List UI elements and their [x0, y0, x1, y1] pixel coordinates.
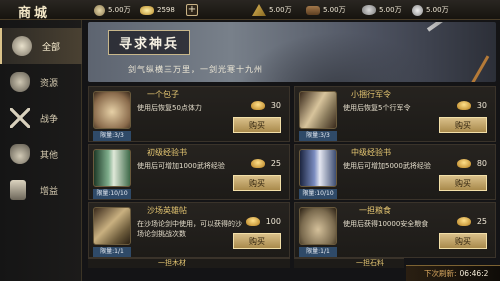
list-item-peek: 一担木材	[88, 258, 290, 268]
book-icon	[93, 149, 131, 187]
ingot-icon	[245, 217, 260, 226]
shop-item-card: 限量:3/3 一个包子 使用后恢复50点体力 30 购买	[88, 86, 290, 142]
item-name: 小捆行军令	[351, 90, 391, 99]
silver-resource: 5.00万	[412, 2, 449, 18]
ore-icon	[362, 5, 376, 15]
crossed-swords-icon	[10, 108, 30, 128]
grain-bag-icon	[10, 72, 30, 92]
banner-title: 寻求神兵	[108, 30, 191, 55]
sidebar-item-buff[interactable]: 增益	[0, 172, 82, 208]
shop-item-card: 限量:3/3 小捆行军令 使用后恢复5个行军令 30 购买	[294, 86, 496, 142]
add-ingot-button[interactable]: +	[186, 4, 198, 16]
item-grid: 限量:3/3 一个包子 使用后恢复50点体力 30 购买 限量:3/3 小捆行军…	[88, 86, 496, 266]
shop-item-card: 限量:1/1 一担粮食 使用后获得10000安全粮食 25 购买	[294, 202, 496, 258]
buy-button[interactable]: 购买	[233, 175, 281, 191]
list-item-peek: 一担石料	[294, 258, 404, 268]
ingot-icon	[250, 159, 265, 168]
item-desc: 使用后可增加5000武将经验	[343, 162, 431, 170]
coin-resource: 5.00万	[94, 2, 131, 18]
item-name: 初级经验书	[147, 148, 187, 157]
item-price: 30	[250, 101, 281, 110]
wood-icon	[306, 5, 320, 15]
buy-button[interactable]: 购买	[233, 233, 281, 249]
grain-resource: 5.00万	[252, 2, 292, 18]
scroll-icon	[10, 180, 26, 200]
ingot-icon	[140, 5, 154, 15]
shop-title: 商城	[18, 6, 51, 21]
ingot-icon	[456, 159, 471, 168]
sidebar-item-other[interactable]: 其他	[0, 136, 82, 172]
mountain-decor	[238, 32, 438, 82]
item-price: 100	[245, 217, 281, 226]
item-desc: 使用后获得10000安全粮食	[343, 220, 429, 228]
sidebar-item-all[interactable]: 全部	[0, 28, 82, 64]
category-sidebar: 全部 资源 战争 其他 增益	[0, 20, 82, 281]
item-price: 80	[456, 159, 487, 168]
item-desc: 使用后恢复5个行军令	[343, 104, 411, 112]
item-price: 25	[456, 217, 487, 226]
coins-icon	[12, 36, 32, 56]
book-icon	[299, 149, 337, 187]
item-name: 一担粮食	[359, 206, 391, 215]
silver-icon	[412, 4, 423, 16]
ingot-icon	[250, 101, 265, 110]
buy-button[interactable]: 购买	[439, 117, 487, 133]
item-price: 30	[456, 101, 487, 110]
ingot-icon	[456, 217, 471, 226]
grain-sack-icon	[299, 207, 337, 245]
item-desc: 在沙场论剑中使用，可以获得的沙场论剑挑战次数	[137, 220, 242, 238]
item-name: 一个包子	[147, 90, 179, 99]
refresh-timer: 下次刷新: 06:46:2	[406, 265, 500, 281]
scroll-icon	[93, 207, 131, 245]
limit-badge: 限量:1/1	[93, 247, 131, 257]
march-order-icon	[299, 91, 337, 129]
shop-item-card: 限量:10/10 初级经验书 使用后可增加1000武将经验 25 购买	[88, 144, 290, 200]
ingot-resource: 2598	[140, 2, 175, 18]
limit-badge: 限量:10/10	[93, 189, 131, 199]
limit-badge: 限量:10/10	[299, 189, 337, 199]
promo-banner: 寻求神兵 剑气纵横三万里，一剑光寒十九州	[88, 22, 496, 82]
item-desc: 使用后恢复50点体力	[137, 104, 202, 112]
sword-decor	[426, 22, 479, 32]
limit-badge: 限量:1/1	[299, 247, 337, 257]
sidebar-item-resources[interactable]: 资源	[0, 64, 82, 100]
buy-button[interactable]: 购买	[439, 233, 487, 249]
shop-item-card: 限量:1/1 沙场英雄帖 在沙场论剑中使用，可以获得的沙场论剑挑战次数 100 …	[88, 202, 290, 258]
grain-icon	[252, 4, 266, 16]
wood-resource: 5.00万	[306, 2, 346, 18]
limit-badge: 限量:3/3	[299, 131, 337, 141]
banner-subtitle: 剑气纵横三万里，一剑光寒十九州	[128, 65, 263, 74]
item-price: 25	[250, 159, 281, 168]
item-name: 沙场英雄帖	[147, 206, 187, 215]
limit-badge: 限量:3/3	[93, 131, 131, 141]
bun-icon	[93, 91, 131, 129]
bag-icon	[10, 144, 30, 164]
shop-item-card: 限量:10/10 中级经验书 使用后可增加5000武将经验 80 购买	[294, 144, 496, 200]
buy-button[interactable]: 购买	[233, 117, 281, 133]
ore-resource: 5.00万	[362, 2, 402, 18]
sidebar-item-war[interactable]: 战争	[0, 100, 82, 136]
coin-icon	[94, 4, 105, 16]
item-name: 中级经验书	[351, 148, 391, 157]
ingot-icon	[456, 101, 471, 110]
top-bar: 商城 5.00万 2598 + 5.00万 5.00万 5.00万 5.00万	[0, 0, 500, 21]
buy-button[interactable]: 购买	[439, 175, 487, 191]
sword-decor-2	[466, 55, 490, 82]
item-desc: 使用后可增加1000武将经验	[137, 162, 225, 170]
